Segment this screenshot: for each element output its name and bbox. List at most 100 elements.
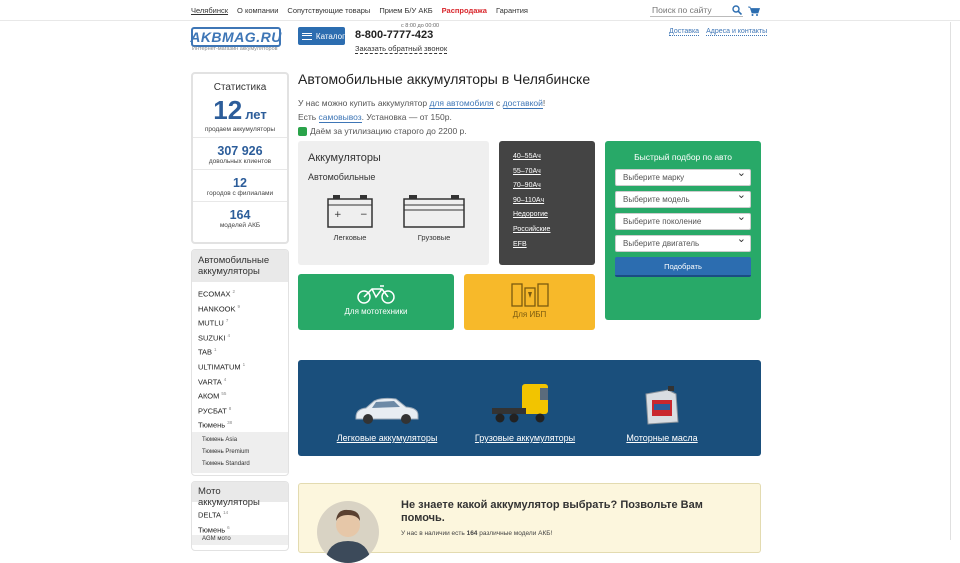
- auto-brands-title[interactable]: Автомобильные аккумуляторы: [192, 250, 288, 282]
- catalog-label: Каталог: [315, 31, 345, 41]
- brand-name: MUTLU: [198, 318, 224, 328]
- brand-item[interactable]: DELTA 14: [198, 506, 282, 521]
- sub-brand-item[interactable]: Тюмень Asia: [202, 434, 278, 446]
- brand-count: 8: [228, 405, 232, 411]
- heavy-battery-link[interactable]: Грузовые: [402, 193, 466, 242]
- intro-text-part: Есть: [298, 112, 319, 122]
- brand-count: 9: [237, 303, 241, 309]
- nav-sale[interactable]: Распродажа: [442, 6, 487, 15]
- stat-cities: 12 городов с филиалами: [193, 170, 287, 202]
- pick-button[interactable]: Подобрать: [615, 257, 751, 277]
- brand-name: РУСБАТ: [198, 406, 227, 416]
- cheap-link[interactable]: Недорогие: [513, 208, 581, 223]
- brand-item[interactable]: MUTLU 7: [198, 314, 282, 329]
- nav-accessories[interactable]: Сопутствующие товары: [287, 6, 370, 15]
- years-label: продаем аккумуляторы: [204, 126, 276, 133]
- site-logo[interactable]: AKBMAG.RU: [190, 27, 281, 47]
- moto-card-label: Для мототехники: [344, 307, 408, 316]
- stat-years: 12 лет продаем аккумуляторы: [193, 93, 287, 138]
- brand-item[interactable]: ECOMAX 2: [198, 285, 282, 300]
- brand-item[interactable]: РУСБАТ 8: [198, 402, 282, 417]
- efb-link[interactable]: EFB: [513, 238, 581, 253]
- brand-item[interactable]: SUZUKI 4: [198, 329, 282, 344]
- nav-used-batteries[interactable]: Прием Б/У АКБ: [379, 6, 432, 15]
- cart-icon[interactable]: [748, 6, 760, 16]
- motorcycle-icon: [357, 285, 395, 304]
- moto-brands-panel: Мото аккумуляторы DELTA 14 Тюмень 6 AGM мо…: [191, 481, 289, 551]
- callback-link[interactable]: Заказать обратный звонок: [355, 44, 448, 54]
- generation-select[interactable]: Выберите поколение: [615, 210, 751, 230]
- search-input[interactable]: [650, 4, 743, 17]
- brand-item[interactable]: Тюмень 38: [198, 416, 282, 431]
- menu-icon: [302, 32, 312, 40]
- capacity-link[interactable]: 55–70Ач: [513, 165, 581, 180]
- brand-item[interactable]: Тюмень 6: [198, 521, 282, 536]
- intro-line-2: Есть самовывоз. Установка — от 150р.: [298, 110, 545, 124]
- nav-warranty[interactable]: Гарантия: [496, 6, 528, 15]
- consultant-avatar: [317, 501, 379, 563]
- brand-item[interactable]: АКОМ 55: [198, 387, 282, 402]
- delivery-link[interactable]: Доставка: [669, 28, 700, 36]
- sub-brand-item[interactable]: Тюмень Standard: [202, 458, 278, 470]
- auto-brands-panel: Автомобильные аккумуляторы ECOMAX 2 HANKO…: [191, 249, 289, 476]
- delivery-inline-link[interactable]: доставкой: [502, 98, 543, 109]
- brand-count: 1: [214, 347, 217, 353]
- scrollbar-track[interactable]: [950, 22, 951, 540]
- clients-label: довольных клиентов: [208, 158, 272, 165]
- capacity-link[interactable]: 90–110Ач: [513, 194, 581, 209]
- batteries-card[interactable]: Аккумуляторы Автомобильные + − Легковые Г…: [298, 141, 489, 265]
- brand-name: Тюмень: [198, 420, 226, 430]
- russian-link[interactable]: Российские: [513, 223, 581, 238]
- stat-models: 164 моделей АКБ: [193, 202, 287, 233]
- top-nav: Челябинск О компании Сопутствующие товар…: [191, 6, 528, 15]
- contacts-link[interactable]: Адреса и контакты: [706, 28, 768, 36]
- model-select[interactable]: Выберите модель: [615, 188, 751, 208]
- sub-brand-list: Тюмень Asia Тюмень Premium Тюмень Standa…: [192, 431, 288, 473]
- helper-subtitle: У нас в наличии есть 164 различные модел…: [401, 530, 552, 537]
- ups-card[interactable]: Для ИБП: [464, 274, 595, 330]
- truck-category-label: Грузовые аккумуляторы: [474, 433, 576, 443]
- header-links: Доставка Адреса и контакты: [669, 28, 768, 36]
- models-number: 164: [229, 208, 251, 222]
- top-bar: Челябинск О компании Сопутствующие товар…: [0, 0, 960, 21]
- car-link[interactable]: для автомобиля: [429, 98, 494, 109]
- brand-item[interactable]: TAB 1: [198, 343, 282, 358]
- quick-pick-card: Быстрый подбор по авто Выберите марку Вы…: [605, 141, 761, 320]
- brand-name: DELTA: [198, 510, 222, 520]
- brand-name: АКОМ: [198, 391, 220, 401]
- brand-item[interactable]: VARTA 4: [198, 373, 282, 388]
- brand-item[interactable]: HANKOOK 9: [198, 300, 282, 315]
- brand-count: 7: [225, 318, 229, 324]
- moto-brands-title[interactable]: Мото аккумуляторы: [192, 482, 288, 508]
- brand-name: VARTA: [198, 377, 222, 387]
- engine-select[interactable]: Выберите двигатель: [615, 232, 751, 252]
- city-selector[interactable]: Челябинск: [191, 6, 228, 15]
- phone-number[interactable]: 8-800-7777-423: [355, 29, 433, 41]
- helper-title: Не знаете какой аккумулятор выбрать? Поз…: [401, 499, 703, 524]
- capacity-link[interactable]: 40–55Ач: [513, 150, 581, 165]
- intro-line-1: У нас можно купить аккумулятор для автом…: [298, 96, 545, 110]
- oil-can-icon: [645, 386, 679, 425]
- heavy-battery-label: Грузовые: [417, 233, 451, 242]
- intro-text-part: . Установка — от 150р.: [361, 112, 452, 122]
- years-number: 12: [213, 95, 243, 125]
- moto-card[interactable]: Для мототехники: [298, 274, 454, 330]
- brand-name: Тюмень: [198, 525, 226, 535]
- capacity-card: 40–55Ач 55–70Ач 70–90Ач 90–110Ач Недорог…: [499, 141, 595, 265]
- person-icon: [325, 509, 371, 563]
- intro-text-part: У нас можно купить аккумулятор: [298, 98, 430, 108]
- make-select[interactable]: Выберите марку: [615, 166, 751, 186]
- capacity-link[interactable]: 70–90Ач: [513, 179, 581, 194]
- sub-brand-item[interactable]: Тюмень Premium: [202, 446, 278, 458]
- search-icon[interactable]: [732, 5, 742, 15]
- pickup-link[interactable]: самовывоз: [318, 112, 362, 123]
- sub-brand-item[interactable]: AGM мото: [192, 535, 288, 546]
- nav-about[interactable]: О компании: [237, 6, 278, 15]
- truck-battery-icon: [403, 195, 465, 228]
- brand-count: 2: [232, 289, 236, 294]
- brand-item[interactable]: ULTIMATUM 1: [198, 358, 282, 373]
- light-battery-link[interactable]: + − Легковые: [318, 193, 382, 242]
- catalog-button[interactable]: Каталог: [298, 27, 345, 45]
- truck-icon: [492, 384, 548, 423]
- stats-panel: Статистика 12 лет продаем аккумуляторы 30…: [191, 72, 289, 244]
